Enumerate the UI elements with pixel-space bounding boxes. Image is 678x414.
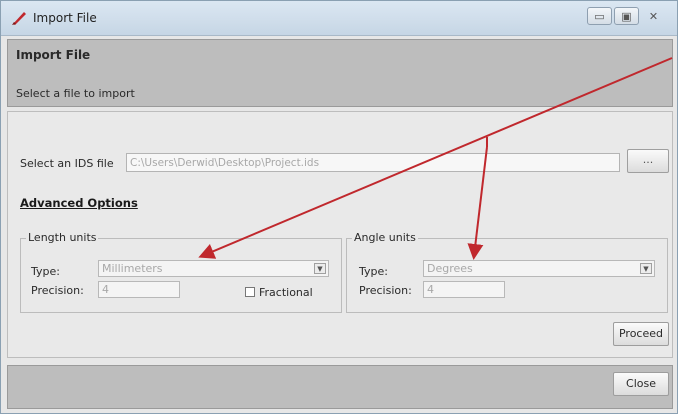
close-window-button[interactable]: ✕ bbox=[641, 7, 666, 25]
header-panel: Import File Select a file to import bbox=[7, 39, 673, 107]
file-path-input[interactable]: C:\Users\Derwid\Desktop\Project.ids bbox=[126, 153, 620, 172]
footer-panel bbox=[7, 365, 673, 409]
maximize-button[interactable]: ▣ bbox=[614, 7, 639, 25]
content-panel bbox=[7, 111, 673, 358]
angle-precision-input[interactable]: 4 bbox=[423, 281, 505, 298]
length-type-select[interactable]: Millimeters ▼ bbox=[98, 260, 329, 277]
fractional-label: Fractional bbox=[259, 286, 313, 299]
header-title: Import File bbox=[16, 48, 91, 62]
angle-type-label: Type: bbox=[359, 265, 388, 278]
title-bar: Import File ▭ ▣ ✕ bbox=[1, 1, 677, 36]
chevron-down-icon: ▼ bbox=[314, 263, 326, 274]
header-subtitle: Select a file to import bbox=[16, 87, 135, 100]
angle-units-legend: Angle units bbox=[352, 231, 418, 244]
advanced-options-link[interactable]: Advanced Options bbox=[20, 196, 138, 210]
length-type-label: Type: bbox=[31, 265, 60, 278]
angle-precision-label: Precision: bbox=[359, 284, 412, 297]
length-type-value: Millimeters bbox=[102, 262, 163, 275]
import-file-window: Import File ▭ ▣ ✕ Import File Select a f… bbox=[0, 0, 678, 414]
length-units-legend: Length units bbox=[26, 231, 99, 244]
angle-type-select[interactable]: Degrees ▼ bbox=[423, 260, 655, 277]
fractional-checkbox[interactable] bbox=[245, 287, 255, 297]
chevron-down-icon: ▼ bbox=[640, 263, 652, 274]
minimize-button[interactable]: ▭ bbox=[587, 7, 612, 25]
file-select-label: Select an IDS file bbox=[20, 157, 114, 170]
length-precision-input[interactable]: 4 bbox=[98, 281, 180, 298]
window-title: Import File bbox=[33, 11, 97, 25]
length-precision-label: Precision: bbox=[31, 284, 84, 297]
proceed-button[interactable]: Proceed bbox=[613, 322, 669, 346]
app-icon bbox=[12, 12, 26, 25]
browse-button[interactable]: ... bbox=[627, 149, 669, 173]
close-button[interactable]: Close bbox=[613, 372, 669, 396]
angle-type-value: Degrees bbox=[427, 262, 473, 275]
